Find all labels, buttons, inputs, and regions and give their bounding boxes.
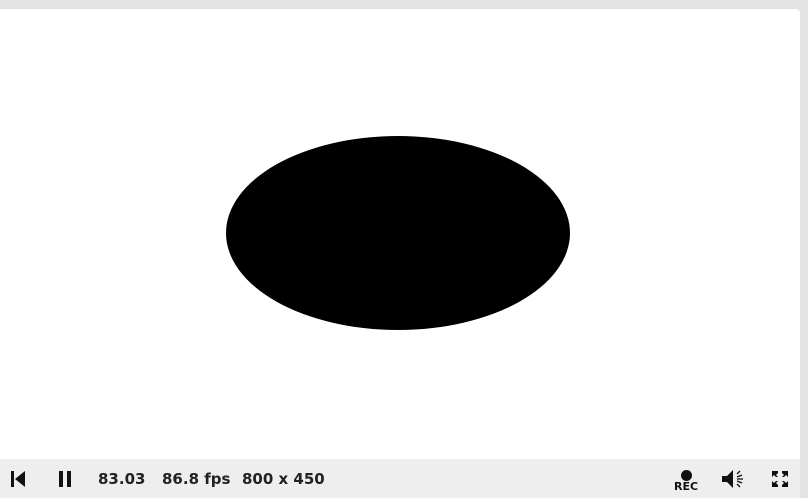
fullscreen-icon xyxy=(772,470,788,487)
record-button[interactable]: REC xyxy=(670,459,702,498)
fullscreen-button[interactable] xyxy=(767,459,793,498)
record-label: REC xyxy=(673,480,699,493)
player-frame: 83.03 86.8 fps 800 x 450 REC xyxy=(0,0,808,498)
pause-icon xyxy=(59,470,71,487)
fps-readout: 86.8 fps xyxy=(162,469,231,488)
resolution-readout: 800 x 450 xyxy=(242,469,325,488)
playback-controls-bar: 83.03 86.8 fps 800 x 450 REC xyxy=(0,459,800,498)
render-canvas[interactable] xyxy=(0,9,800,459)
time-readout: 83.03 xyxy=(98,469,146,488)
skip-back-icon xyxy=(11,470,25,487)
canvas-drawing xyxy=(226,136,570,330)
volume-button[interactable] xyxy=(718,459,748,498)
black-ellipse xyxy=(226,136,570,330)
volume-icon xyxy=(722,469,743,488)
rewind-button[interactable] xyxy=(6,459,30,498)
pause-button[interactable] xyxy=(53,459,77,498)
